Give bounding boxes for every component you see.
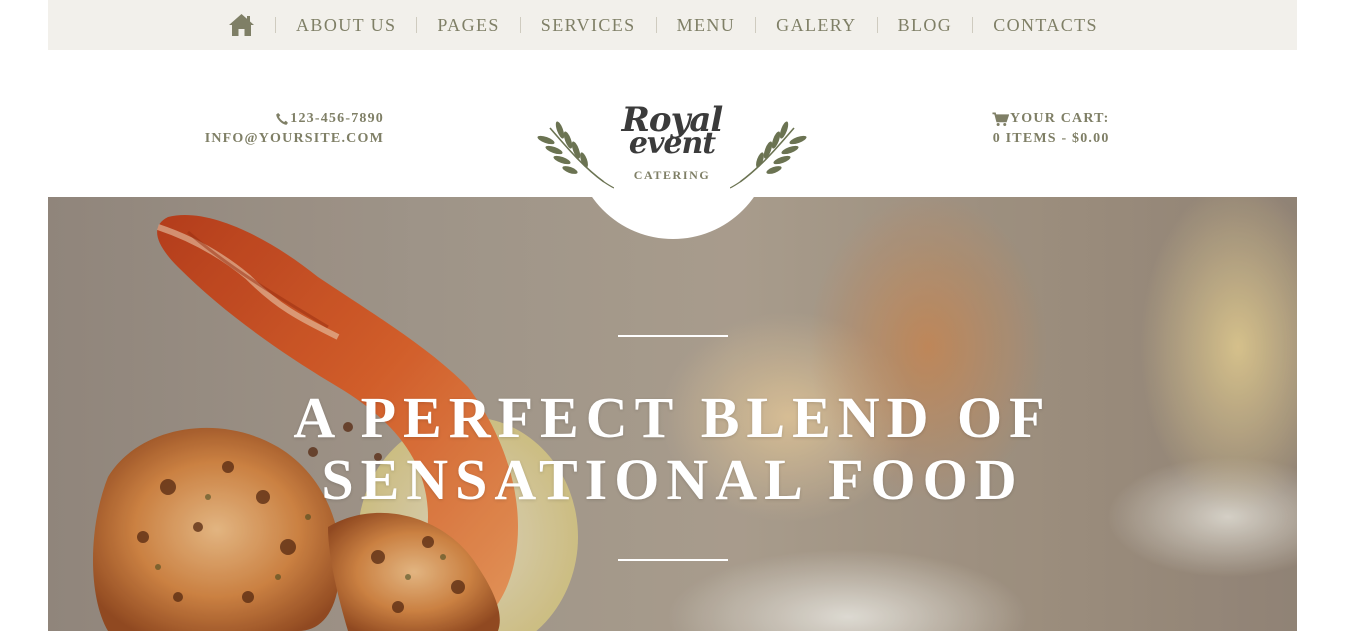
email-address[interactable]: INFO@YOURSITE.COM bbox=[205, 129, 384, 149]
hero-title-line-1: A PERFECT BLEND OF bbox=[293, 385, 1052, 450]
hero-title-line-2: SENSATIONAL FOOD bbox=[321, 447, 1024, 512]
nav-home-link[interactable] bbox=[227, 12, 255, 38]
phone-number[interactable]: 123-456-7890 bbox=[290, 109, 384, 129]
page: ABOUT US PAGES SERVICES MENU GALERY BLOG… bbox=[48, 0, 1297, 631]
nav-item-pages[interactable]: PAGES bbox=[417, 0, 519, 50]
email-row[interactable]: INFO@YOURSITE.COM bbox=[205, 129, 384, 149]
nav-item-galery[interactable]: GALERY bbox=[756, 0, 876, 50]
site-logo[interactable]: Royal event CATERING bbox=[534, 103, 810, 196]
cart-label: YOUR CART: bbox=[1010, 111, 1110, 126]
nav-item-services[interactable]: SERVICES bbox=[521, 0, 656, 50]
hero-divider-bottom bbox=[618, 559, 728, 561]
nav-item-blog[interactable]: BLOG bbox=[878, 0, 973, 50]
top-navigation: ABOUT US PAGES SERVICES MENU GALERY BLOG… bbox=[48, 0, 1297, 50]
cart-icon bbox=[992, 112, 1009, 126]
home-icon bbox=[228, 14, 254, 36]
logo-subtitle: CATERING bbox=[633, 168, 711, 182]
nav-item-about-us[interactable]: ABOUT US bbox=[276, 0, 416, 50]
cart-summary[interactable]: YOUR CART: 0 ITEMS - $0.00 bbox=[992, 109, 1110, 149]
logo-event: event bbox=[628, 126, 716, 161]
cart-label-row[interactable]: YOUR CART: bbox=[992, 109, 1110, 129]
logo-text: Royal event CATERING bbox=[612, 103, 732, 183]
phone-row[interactable]: 123-456-7890 bbox=[205, 109, 384, 129]
cart-items-row: 0 ITEMS - $0.00 bbox=[992, 129, 1110, 149]
hero-divider-top bbox=[618, 335, 728, 337]
laurel-right-icon bbox=[730, 121, 807, 189]
laurel-left-icon bbox=[537, 121, 614, 189]
hero-title: A PERFECT BLEND OF SENSATIONAL FOOD bbox=[148, 387, 1197, 511]
nav-item-contacts[interactable]: CONTACTS bbox=[973, 0, 1118, 50]
contact-info: 123-456-7890 INFO@YOURSITE.COM bbox=[205, 109, 384, 149]
hero-banner: A PERFECT BLEND OF SENSATIONAL FOOD bbox=[48, 197, 1297, 631]
phone-icon bbox=[276, 113, 289, 125]
nav-item-menu[interactable]: MENU bbox=[657, 0, 756, 50]
cart-item-count: 0 ITEMS - $0.00 bbox=[992, 131, 1110, 146]
